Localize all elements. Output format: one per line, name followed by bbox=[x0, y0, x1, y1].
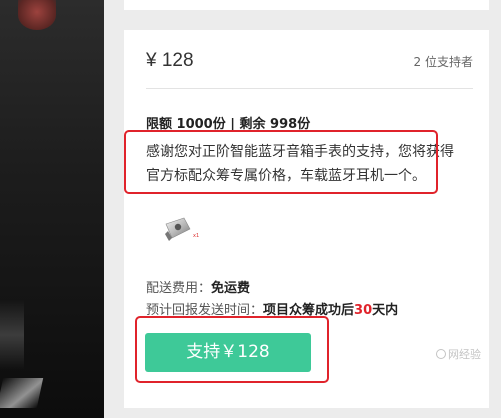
divider bbox=[146, 88, 473, 89]
shipping-info: 配送费用：免运费 bbox=[146, 277, 250, 296]
watermark-icon bbox=[436, 349, 446, 359]
photo-highlight bbox=[0, 378, 44, 408]
previous-reward-card bbox=[124, 0, 489, 10]
photo-red-object bbox=[18, 0, 56, 30]
button-highlight-box bbox=[135, 316, 329, 383]
description-highlight-box bbox=[124, 130, 438, 194]
product-photo-strip bbox=[0, 0, 104, 418]
supporter-count: 2 位支持者 bbox=[413, 55, 473, 69]
watermark-text: 网经验 bbox=[448, 348, 481, 361]
delivery-suffix: 天内 bbox=[372, 303, 399, 318]
delivery-days: 30 bbox=[354, 303, 373, 318]
svg-text:x1: x1 bbox=[193, 233, 199, 239]
photo-highlight bbox=[0, 300, 24, 370]
shipping-label: 配送费用： bbox=[146, 281, 212, 296]
reward-price: ¥ 128 bbox=[146, 50, 194, 71]
watermark: 网经验 bbox=[436, 346, 481, 362]
earphone-product-image: x1 bbox=[165, 217, 199, 241]
reward-card: ¥ 128 2 位支持者 限额 1000份 | 剩余 998份 感谢您对正阶智能… bbox=[124, 30, 489, 408]
shipping-value: 免运费 bbox=[211, 281, 251, 296]
